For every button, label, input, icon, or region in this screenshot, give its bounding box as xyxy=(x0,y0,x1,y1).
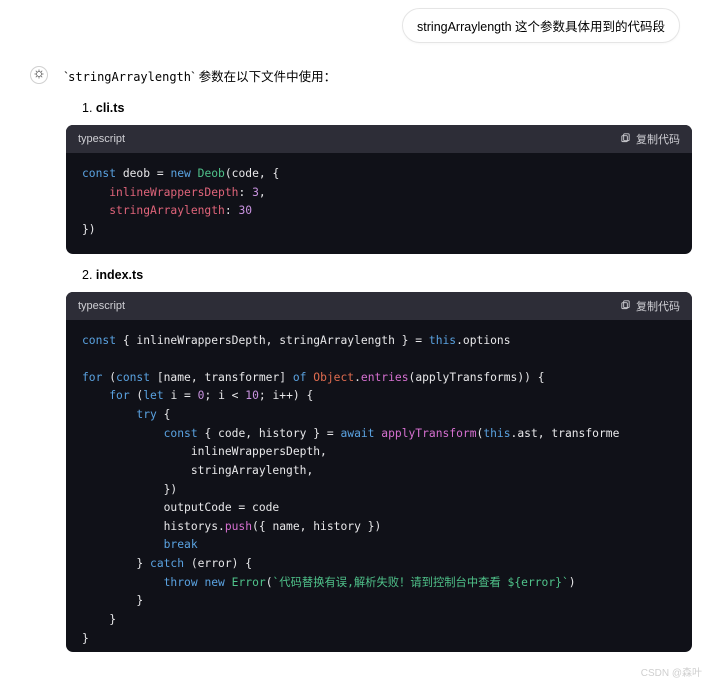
intro-code: stringArraylength xyxy=(68,70,191,84)
code-language: typescript xyxy=(78,133,125,145)
code-block: typescript 复制代码 const { inlineWrappersDe… xyxy=(66,292,692,653)
assistant-avatar xyxy=(30,66,48,84)
copy-code-button[interactable]: 复制代码 xyxy=(620,131,680,147)
file-item-cli: cli.ts typescript 复制代码 xyxy=(82,101,692,254)
copy-label: 复制代码 xyxy=(636,298,680,314)
intro-suffix: ` 参数在以下文件中使用： xyxy=(191,70,336,84)
intro-text: `stringArraylength` 参数在以下文件中使用： xyxy=(64,66,692,85)
user-message-text: stringArraylength 这个参数具体用到的代码段 xyxy=(417,20,665,34)
copy-label: 复制代码 xyxy=(636,131,680,147)
user-message-bubble: stringArraylength 这个参数具体用到的代码段 xyxy=(402,8,680,43)
file-list: cli.ts typescript 复制代码 xyxy=(82,101,692,652)
copy-code-button[interactable]: 复制代码 xyxy=(620,298,680,314)
code-block: typescript 复制代码 const deob = new Deob(co… xyxy=(66,125,692,254)
code-content[interactable]: const deob = new Deob(code, { inlineWrap… xyxy=(66,153,692,254)
clipboard-icon xyxy=(620,299,631,313)
openai-logo-icon xyxy=(33,68,45,83)
clipboard-icon xyxy=(620,132,631,146)
code-content[interactable]: const { inlineWrappersDepth, stringArray… xyxy=(66,320,692,653)
file-name: cli.ts xyxy=(82,101,692,115)
watermark: CSDN @森叶 xyxy=(641,664,702,679)
file-name: index.ts xyxy=(82,268,692,282)
code-language: typescript xyxy=(78,300,125,312)
code-header: typescript 复制代码 xyxy=(66,292,692,320)
assistant-message: `stringArraylength` 参数在以下文件中使用： cli.ts t… xyxy=(30,66,692,666)
assistant-content: `stringArraylength` 参数在以下文件中使用： cli.ts t… xyxy=(64,66,692,652)
file-item-index: index.ts typescript 复制代码 xyxy=(82,268,692,653)
code-header: typescript 复制代码 xyxy=(66,125,692,153)
